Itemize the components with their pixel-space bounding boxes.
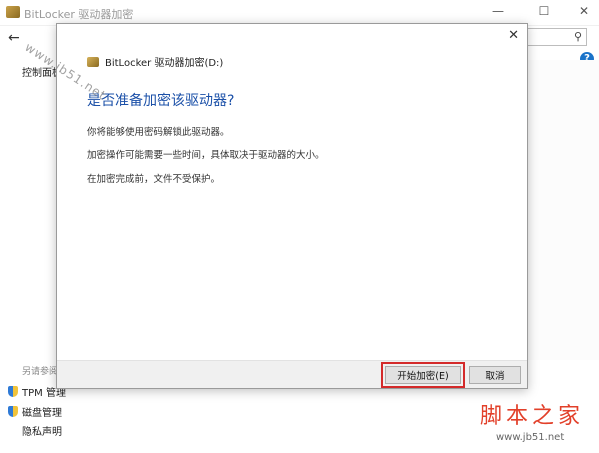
minimize-button[interactable]: — <box>488 4 508 18</box>
bitlocker-key-icon <box>87 56 99 67</box>
sidebar-item-label: 磁盘管理 <box>22 408 62 419</box>
window-title: BitLocker 驱动器加密 <box>24 8 134 21</box>
sidebar-item-disk-management[interactable]: 磁盘管理 <box>8 404 62 419</box>
shield-icon <box>8 406 18 417</box>
dialog-heading: 是否准备加密该驱动器? <box>87 93 235 109</box>
close-window-button[interactable]: ✕ <box>574 4 594 18</box>
shield-icon <box>8 386 18 397</box>
url-watermark: www.jb51.net <box>496 432 565 443</box>
dialog-header-title: BitLocker 驱动器加密(D:) <box>105 58 224 69</box>
brand-watermark: 脚本之家 <box>480 404 585 429</box>
bitlocker-dialog: ✕ BitLocker 驱动器加密(D:) 是否准备加密该驱动器? 你将能够使用… <box>56 23 528 389</box>
see-also-heading: 另请参阅 <box>22 367 59 377</box>
dialog-paragraph-duration: 加密操作可能需要一些时间，具体取决于驱动器的大小。 <box>87 150 325 161</box>
bitlocker-app-icon <box>6 6 20 18</box>
dialog-paragraph-warning: 在加密完成前，文件不受保护。 <box>87 174 221 185</box>
cancel-button[interactable]: 取消 <box>469 366 521 384</box>
search-icon[interactable]: ⚲ <box>574 30 582 43</box>
dialog-header: BitLocker 驱动器加密(D:) <box>87 54 223 69</box>
back-arrow-icon[interactable]: ← <box>8 30 20 46</box>
maximize-button[interactable]: ☐ <box>534 4 554 18</box>
sidebar-item-label: 隐私声明 <box>22 427 62 438</box>
content-area <box>520 60 599 360</box>
dialog-paragraph-unlock: 你将能够使用密码解锁此驱动器。 <box>87 127 230 138</box>
dialog-close-button[interactable]: ✕ <box>508 28 519 43</box>
dialog-footer: 开始加密(E) 取消 <box>57 360 527 388</box>
start-encryption-button[interactable]: 开始加密(E) <box>381 362 465 388</box>
sidebar-item-privacy[interactable]: 隐私声明 <box>22 423 62 438</box>
